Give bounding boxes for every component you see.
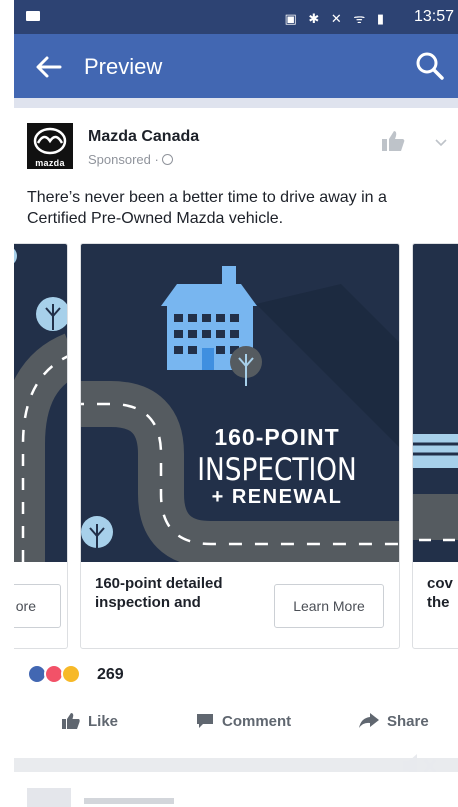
post-actions: Like Comment Share — [14, 703, 458, 743]
ad-carousel[interactable]: ore 160-POINT INSPECTION + RENEWAL 160-p… — [14, 243, 458, 653]
post-author[interactable]: Mazda Canada — [88, 128, 199, 146]
mazda-emblem-icon — [33, 127, 67, 155]
status-bar: ▣ ✱ ✕ ᯤ ▮ 13:57 — [14, 0, 458, 34]
feed-divider — [14, 98, 458, 108]
carousel-card-inspection[interactable]: 160-POINT INSPECTION + RENEWAL 160-point… — [80, 243, 400, 649]
haha-reaction-icon — [61, 664, 81, 684]
sponsored-label: Sponsored · — [88, 152, 173, 167]
thumbs-up-icon — [62, 713, 80, 729]
comment-icon — [197, 714, 213, 728]
learn-more-button[interactable]: Learn More — [274, 584, 384, 628]
next-post-placeholder — [14, 772, 458, 807]
sponsored-post: mazda Mazda Canada Sponsored · There’s n… — [14, 108, 458, 758]
carousel-cta-previous[interactable]: ore — [14, 584, 61, 628]
carousel-image-next — [413, 244, 458, 562]
inspection-banner: 160-POINT INSPECTION + RENEWAL — [177, 424, 377, 509]
placeholder-avatar — [27, 788, 71, 807]
comment-button[interactable]: Comment — [196, 713, 291, 730]
comment-label: Comment — [222, 713, 292, 730]
carousel-card-previous[interactable]: ore — [14, 243, 68, 649]
share-arrow-icon — [359, 713, 379, 728]
share-button[interactable]: Share — [359, 713, 429, 730]
chevron-down-icon[interactable] — [434, 138, 448, 148]
like-page-icon[interactable] — [380, 128, 406, 154]
carousel-card-next[interactable]: cov the — [412, 243, 458, 649]
app-bar: Preview — [14, 34, 458, 98]
mazda-logo[interactable]: mazda — [27, 123, 73, 169]
search-icon[interactable] — [414, 50, 446, 82]
banner-line-3: + RENEWAL — [211, 486, 343, 508]
page-title: Preview — [84, 54, 163, 79]
carousel-image-inspection: 160-POINT INSPECTION + RENEWAL — [81, 244, 399, 562]
share-label: Share — [387, 713, 429, 730]
notification-icon — [26, 11, 40, 21]
like-label: Like — [88, 713, 119, 730]
banner-line-1: 160-POINT — [214, 424, 340, 450]
carousel-description: 160-point detailed inspection and — [95, 575, 223, 611]
like-button[interactable]: Like — [62, 713, 118, 730]
system-status-icons: ▣ ✱ ✕ ᯤ ▮ — [284, 11, 388, 26]
globe-icon — [161, 154, 173, 165]
phone-screen: ▣ ✱ ✕ ᯤ ▮ 13:57 Preview mazda Mazda Cana… — [14, 0, 458, 807]
placeholder-line — [84, 798, 174, 804]
logo-wordmark: mazda — [35, 158, 65, 168]
sponsored-text: Sponsored · — [88, 152, 159, 167]
banner-line-2: INSPECTION — [197, 452, 357, 488]
carousel-description-next: cov the — [427, 575, 453, 611]
post-message: There’s never been a better time to driv… — [27, 189, 387, 227]
reaction-count: 269 — [97, 666, 124, 683]
carousel-image-previous — [14, 244, 67, 562]
clock: 13:57 — [413, 8, 454, 25]
inspection-illustration — [81, 266, 399, 562]
back-arrow-icon[interactable] — [34, 52, 64, 82]
